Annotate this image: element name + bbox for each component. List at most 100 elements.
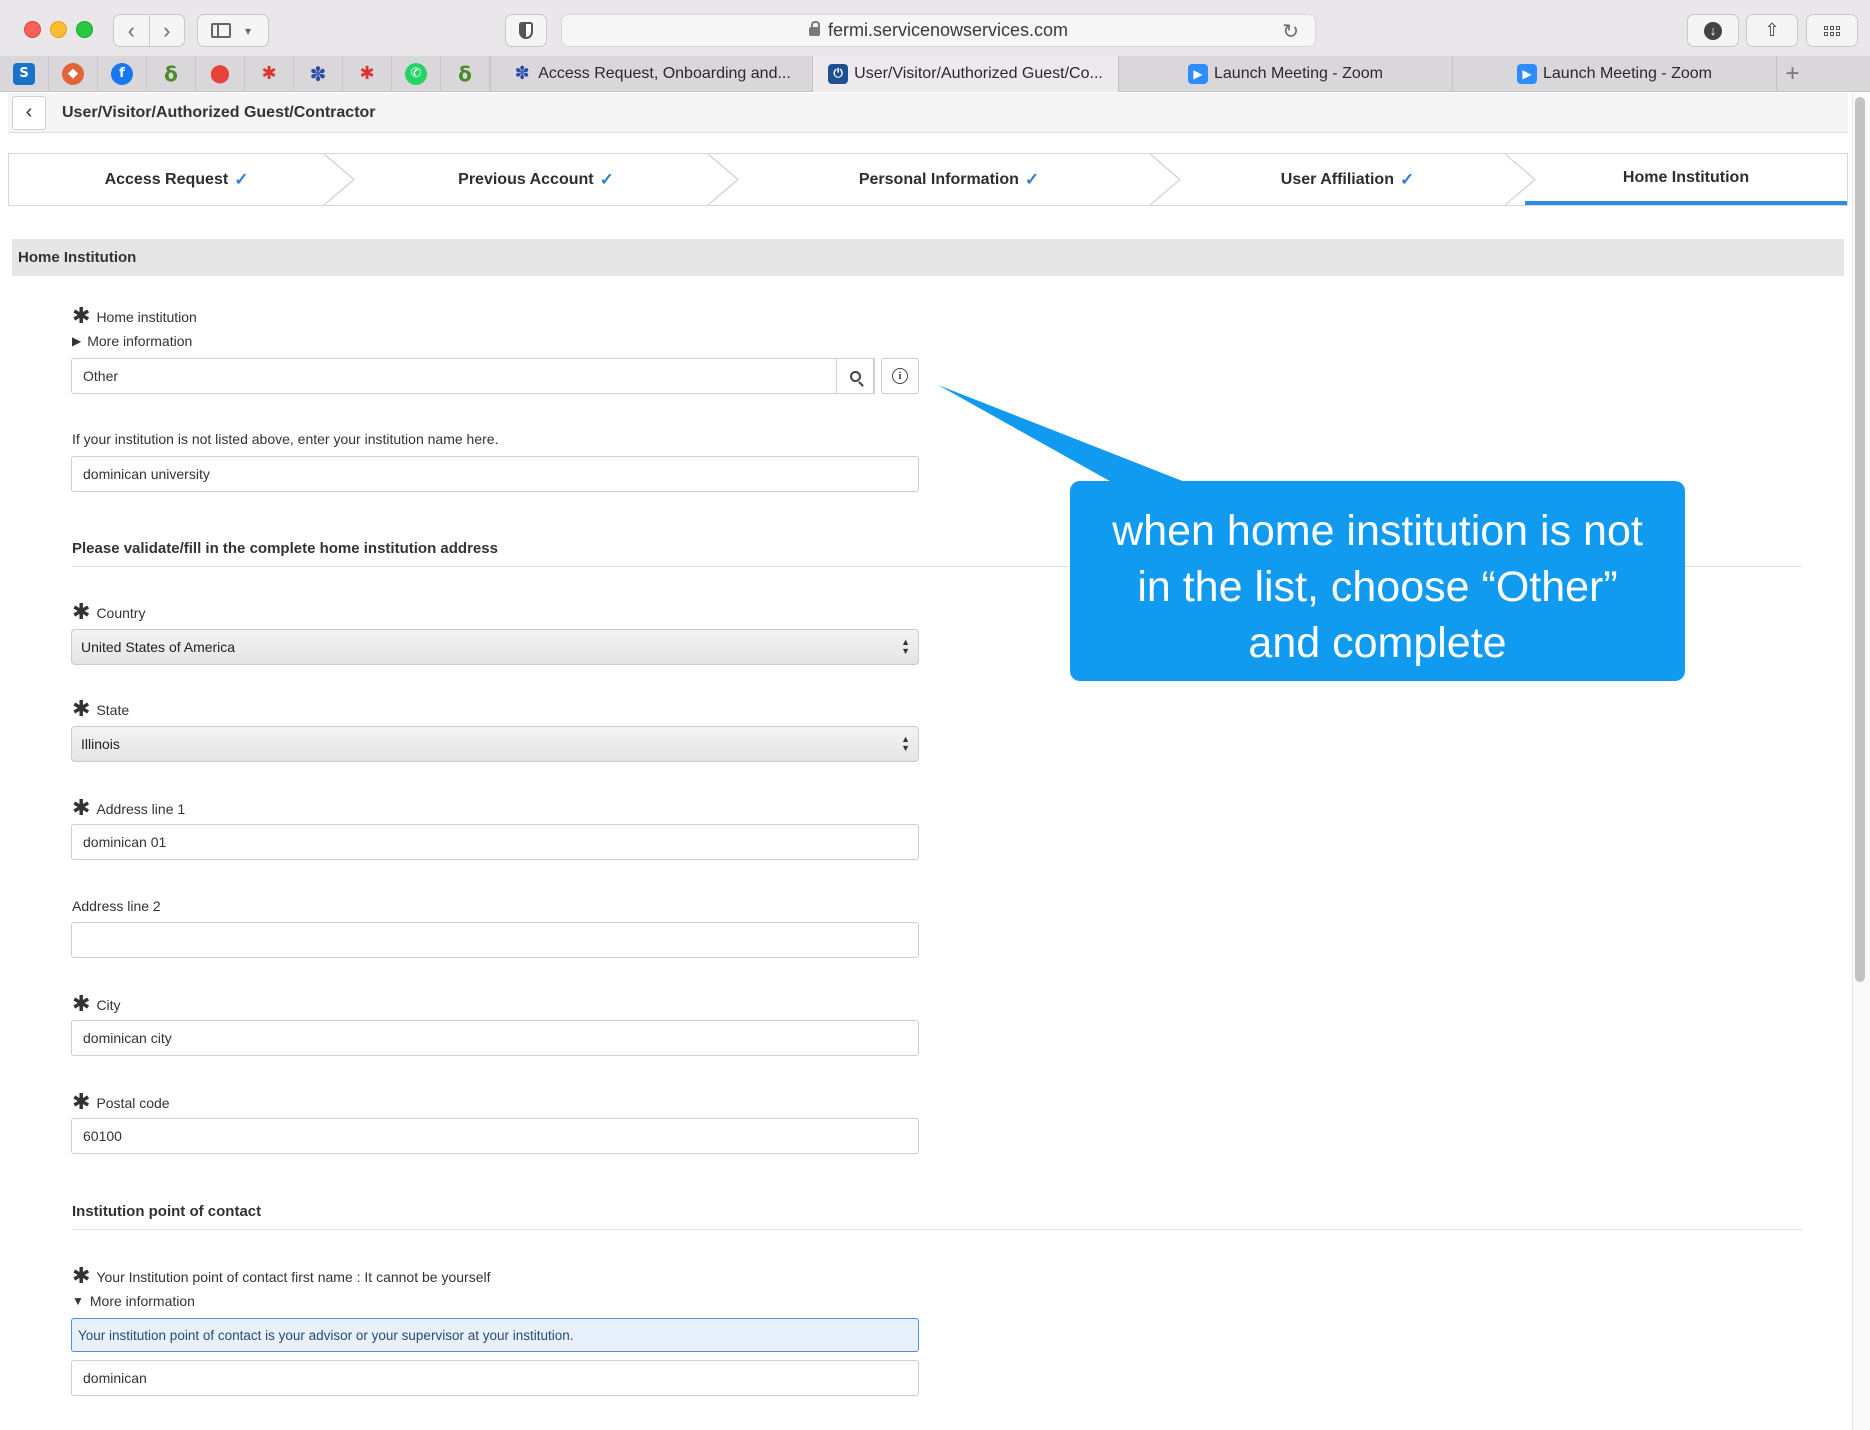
other-institution-input[interactable]: dominican university <box>71 456 919 492</box>
tab-overview-button[interactable] <box>1806 14 1858 47</box>
sigma-icon: δ <box>458 61 472 86</box>
pinned-tab[interactable]: f <box>98 55 147 92</box>
triangle-down-icon: ▼ <box>72 1294 84 1308</box>
country-label: ✱ Country <box>72 600 146 625</box>
forward-arrow-icon[interactable]: › <box>150 15 185 46</box>
address-heading: Please validate/fill in the complete hom… <box>72 540 498 557</box>
grid-icon <box>1824 25 1840 36</box>
annotation-callout: when home institution is not in the list… <box>1070 481 1685 681</box>
address-line1-label: ✱ Address line 1 <box>72 796 186 821</box>
tab-access-request[interactable]: ✽ Access Request, Onboarding and... <box>490 55 812 92</box>
pinned-tab[interactable]: ✱ <box>343 55 392 92</box>
address-line1-input[interactable]: dominican 01 <box>71 824 919 860</box>
facebook-icon: f <box>111 62 133 85</box>
reference-info-button[interactable]: i <box>881 358 919 394</box>
address-bar[interactable]: fermi.servicenowservices.com ↻ <box>561 14 1316 47</box>
more-information-toggle[interactable]: ▶ More information <box>72 333 192 349</box>
pinned-tab[interactable]: δ <box>441 55 490 92</box>
pinned-tabs: S ◆ f δ ⬤ ✱ ✽ ✱ ✆ δ <box>0 55 490 92</box>
step-home-institution[interactable]: Home Institution <box>1525 154 1847 205</box>
select-arrows-icon: ▲ ▼ <box>901 637 910 656</box>
step-previous-account[interactable]: Previous Account ✓ <box>344 154 739 205</box>
scrollbar-thumb[interactable] <box>1855 97 1865 982</box>
tab-zoom-1[interactable]: ▶ Launch Meeting - Zoom <box>1118 55 1452 92</box>
shield-icon <box>519 22 533 39</box>
tab-user-visitor[interactable]: ⏻ User/Visitor/Authorized Guest/Co... <box>812 55 1118 92</box>
step-separator-icon <box>1150 154 1181 205</box>
pinned-tab[interactable]: δ <box>147 55 196 92</box>
sidebar-toggle-button[interactable]: ▾ <box>197 14 269 47</box>
pinned-tab[interactable]: ✆ <box>392 55 441 92</box>
share-icon: ⇧ <box>1764 20 1780 40</box>
gitlab-icon: ◆ <box>62 62 84 85</box>
bug-icon: ✱ <box>359 63 375 84</box>
close-window-button[interactable] <box>24 21 41 38</box>
step-separator-icon <box>324 154 355 205</box>
wizard-stepper: Access Request ✓ Previous Account ✓ Person… <box>8 153 1848 206</box>
share-button[interactable]: ⇧ <box>1746 14 1798 47</box>
maps-icon: ⬤ <box>209 63 231 84</box>
contact-heading: Institution point of contact <box>72 1203 262 1220</box>
address-line2-label: Address line 2 <box>72 898 161 914</box>
pinned-tab[interactable]: ⬤ <box>196 55 245 92</box>
triangle-right-icon: ▶ <box>72 334 82 348</box>
pinned-tab[interactable]: ✱ <box>245 55 294 92</box>
minimize-window-button[interactable] <box>50 21 67 38</box>
zoom-window-button[interactable] <box>76 21 93 38</box>
contact-first-name-input[interactable]: dominican <box>71 1360 919 1396</box>
lookup-search-button[interactable] <box>836 358 874 394</box>
required-asterisk-icon: ✱ <box>72 697 91 722</box>
browser-toolbar: ‹ › ▾ fermi.servicenowservices.com ↻ ↓ ⇧ <box>0 0 1870 62</box>
tab-zoom-2[interactable]: ▶ Launch Meeting - Zoom <box>1452 55 1776 92</box>
required-asterisk-icon: ✱ <box>72 1264 91 1289</box>
country-select[interactable]: United States of America ▲ ▼ <box>71 629 919 665</box>
home-institution-input[interactable]: Other <box>71 358 875 394</box>
step-separator-icon <box>1505 154 1536 205</box>
callout-pointer <box>938 385 1190 484</box>
whatsapp-icon: ✆ <box>405 62 427 85</box>
city-input[interactable]: dominican city <box>71 1020 919 1056</box>
other-institution-label: If your institution is not listed above,… <box>72 431 499 447</box>
downloads-button[interactable]: ↓ <box>1687 14 1739 47</box>
required-asterisk-icon: ✱ <box>72 992 91 1017</box>
pinned-tab[interactable]: ✽ <box>294 55 343 92</box>
divider <box>72 1229 1802 1230</box>
zoom-icon: ▶ <box>1517 63 1537 84</box>
page-header: ‹ User/Visitor/Authorized Guest/Contract… <box>8 93 1848 133</box>
address-line2-input[interactable] <box>71 922 919 958</box>
pinned-tab[interactable]: ◆ <box>49 55 98 92</box>
back-button[interactable]: ‹ <box>12 95 46 130</box>
required-asterisk-icon: ✱ <box>72 1090 91 1115</box>
power-icon: ⏻ <box>828 63 849 84</box>
checkmark-icon: ✓ <box>234 169 249 189</box>
required-asterisk-icon: ✱ <box>72 600 91 625</box>
back-arrow-icon[interactable]: ‹ <box>114 15 150 46</box>
new-tab-button[interactable]: + <box>1776 55 1808 92</box>
checkmark-icon: ✓ <box>1399 169 1415 189</box>
reload-icon[interactable]: ↻ <box>1282 19 1299 44</box>
step-personal-information[interactable]: Personal Information ✓ <box>728 154 1181 205</box>
pinned-tab[interactable]: S <box>0 55 49 92</box>
page-title: User/Visitor/Authorized Guest/Contractor <box>62 103 376 121</box>
zoom-icon: ▶ <box>1188 63 1208 84</box>
servicenow-icon: ✽ <box>514 63 530 84</box>
sigma-icon: δ <box>164 61 178 86</box>
privacy-shield-button[interactable] <box>505 14 547 47</box>
step-access-request[interactable]: Access Request ✓ <box>9 154 355 205</box>
history-nav: ‹ › <box>113 14 185 47</box>
sidebar-icon <box>211 23 231 38</box>
more-information-toggle[interactable]: ▼ More information <box>72 1293 195 1309</box>
lock-icon <box>808 21 820 36</box>
sharepoint-icon: S <box>13 62 35 85</box>
state-select[interactable]: Illinois ▲ ▼ <box>71 726 919 762</box>
required-asterisk-icon: ✱ <box>72 796 91 821</box>
bug-icon: ✱ <box>261 63 277 84</box>
checkmark-icon: ✓ <box>1024 169 1040 189</box>
city-label: ✱ City <box>72 992 121 1017</box>
step-user-affiliation[interactable]: User Affiliation ✓ <box>1170 154 1536 205</box>
postal-code-input[interactable]: 60100 <box>71 1118 919 1154</box>
select-arrows-icon: ▲ ▼ <box>901 734 910 753</box>
chevron-down-icon: ▾ <box>245 23 252 38</box>
url-text: fermi.servicenowservices.com <box>827 20 1069 40</box>
servicenow-icon: ✽ <box>309 61 327 86</box>
